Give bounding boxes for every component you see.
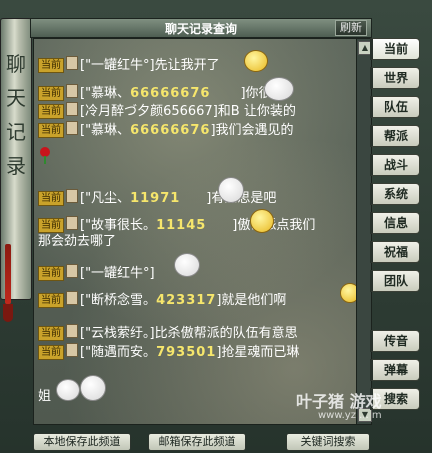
- channel-tag[interactable]: 当前: [38, 104, 64, 119]
- tab-battle[interactable]: 战斗: [370, 154, 420, 176]
- tab-group[interactable]: 团队: [370, 270, 420, 292]
- channel-tag[interactable]: 当前: [38, 266, 64, 281]
- smile-emote-icon: [340, 283, 356, 303]
- smile-emote-icon: [244, 50, 268, 72]
- ghost-emote-icon: [218, 177, 244, 203]
- watermark-url: www.yz ... m: [318, 410, 382, 421]
- channel-tag[interactable]: 当前: [38, 345, 64, 360]
- tab-barrage[interactable]: 弹幕: [370, 359, 420, 381]
- portrait-icon: [66, 189, 78, 203]
- tassel-end-icon: [3, 304, 13, 322]
- title-bar: 聊天记录查询 刷新: [30, 18, 372, 38]
- chat-line: 当前 ["随遇而安。793501]抢星魂而已琳: [38, 343, 299, 361]
- portrait-icon: [66, 264, 78, 278]
- tab-team[interactable]: 队伍: [370, 96, 420, 118]
- chat-log-panel: 当前 ["一罐红牛°]先让我开了 当前 ["慕琳、66666676]你很牛 当前 [冷…: [33, 38, 357, 425]
- chat-line: 当前 ["一罐红牛°]: [38, 264, 155, 282]
- channel-tag[interactable]: 当前: [38, 86, 64, 101]
- channel-tag[interactable]: 当前: [38, 58, 64, 73]
- rose-stem-icon: [44, 156, 46, 164]
- left-scroll-text: 聊天记录: [6, 52, 26, 178]
- tab-whisper[interactable]: 传音: [370, 330, 420, 352]
- left-scroll-decoration: 聊天记录: [0, 18, 32, 322]
- window-title: 聊天记录查询: [164, 22, 237, 36]
- chat-line: 当前 ["慕琳、66666676]你很牛: [38, 84, 285, 102]
- tassel-icon: [5, 244, 11, 304]
- chat-line: 当前 [冷月醉づ夕颜656667]和B 让你装的: [38, 102, 296, 120]
- portrait-icon: [66, 216, 78, 230]
- watermark: 叶子猪 游戏: [296, 392, 382, 411]
- portrait-icon: [66, 291, 78, 305]
- save-mail-button[interactable]: 邮箱保存此频道: [148, 433, 246, 451]
- channel-tag[interactable]: 当前: [38, 218, 64, 233]
- tab-current[interactable]: 当前: [370, 38, 420, 60]
- chat-window: 聊天记录 聊天记录查询 刷新 当前 ["一罐红牛°]先让我开了 当前 ["慕琳、66…: [0, 0, 432, 453]
- angry-emote-icon: [250, 209, 274, 233]
- keyword-search-button[interactable]: 关键词搜索: [286, 433, 370, 451]
- save-local-button[interactable]: 本地保存此频道: [33, 433, 131, 451]
- tab-blessing[interactable]: 祝福: [370, 241, 420, 263]
- tab-guild[interactable]: 帮派: [370, 125, 420, 147]
- ghost-emote-icon: [174, 253, 200, 277]
- tab-info[interactable]: 信息: [370, 212, 420, 234]
- channel-tag[interactable]: 当前: [38, 293, 64, 308]
- channel-tag[interactable]: 当前: [38, 326, 64, 341]
- chat-line-continuation: 那会劲去哪了: [38, 234, 117, 249]
- tab-world[interactable]: 世界: [370, 67, 420, 89]
- chat-line: 当前 ["一罐红牛°]先让我开了: [38, 56, 220, 74]
- portrait-icon: [66, 102, 78, 116]
- portrait-icon: [66, 343, 78, 357]
- portrait-icon: [66, 56, 78, 70]
- portrait-icon: [66, 84, 78, 98]
- chat-line: 当前 ["云栈萦纡。]比杀傲帮派的队伍有意思: [38, 324, 298, 342]
- cat-emote-icon: [264, 77, 294, 101]
- ghost-emote-icon: [56, 379, 80, 401]
- ghost-emote-icon: [80, 375, 106, 401]
- refresh-button[interactable]: 刷新: [335, 20, 367, 36]
- chat-line: 当前 ["断桥念雪。423317]就是他们啊: [38, 291, 286, 309]
- tab-system[interactable]: 系统: [370, 183, 420, 205]
- portrait-icon: [66, 121, 78, 135]
- channel-tag[interactable]: 当前: [38, 123, 64, 138]
- channel-tag[interactable]: 当前: [38, 191, 64, 206]
- portrait-icon: [66, 324, 78, 338]
- chat-line: 当前 ["慕琳、66666676]我们会遇见的: [38, 121, 294, 139]
